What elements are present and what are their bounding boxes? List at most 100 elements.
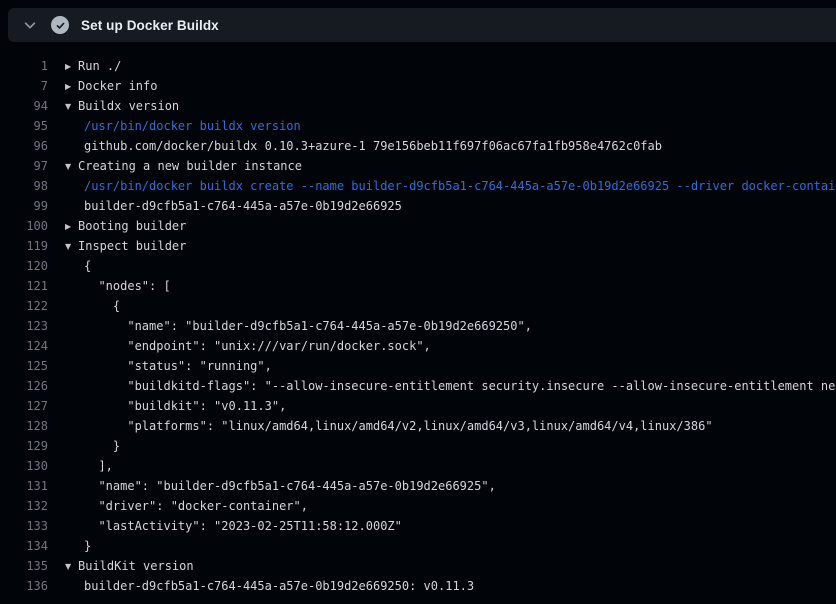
log-output-text: "name": "builder-d9cfb5a1-c764-445a-a57e… <box>84 316 532 336</box>
log-line: 123 "name": "builder-d9cfb5a1-c764-445a-… <box>0 316 836 336</box>
line-number[interactable]: 129 <box>0 436 48 456</box>
log-command-text: /usr/bin/docker buildx create --name bui… <box>84 176 836 196</box>
triangle-collapsed-icon: ▶ <box>65 57 78 76</box>
log-line: 99 builder-d9cfb5a1-c764-445a-a57e-0b19d2… <box>0 196 836 216</box>
line-number[interactable]: 120 <box>0 256 48 276</box>
log-line: 98/usr/bin/docker buildx create --name b… <box>0 176 836 196</box>
log-group-header[interactable]: ▼Buildx version <box>65 96 179 116</box>
log-output-text: { <box>84 256 91 276</box>
log-output-text: builder-d9cfb5a1-c764-445a-a57e-0b19d2e6… <box>84 196 402 216</box>
log-line: 120 { <box>0 256 836 276</box>
line-number[interactable]: 100 <box>0 216 48 236</box>
log-group-header[interactable]: ▶Run ./ <box>65 56 121 76</box>
log-line: 132 "driver": "docker-container", <box>0 496 836 516</box>
log-group-label: Run ./ <box>78 59 121 73</box>
log-line: 130 ], <box>0 456 836 476</box>
triangle-expanded-icon: ▼ <box>65 557 78 576</box>
log-group-label: Buildx version <box>78 99 179 113</box>
line-number[interactable]: 119 <box>0 236 48 256</box>
log-output-text: "name": "builder-d9cfb5a1-c764-445a-a57e… <box>84 476 496 496</box>
log-line: 119 ▼Inspect builder <box>0 236 836 256</box>
log-line: 126 "buildkitd-flags": "--allow-insecure… <box>0 376 836 396</box>
line-number[interactable]: 123 <box>0 316 48 336</box>
log-command-text: /usr/bin/docker buildx version <box>84 116 301 136</box>
log-line: 7 ▶Docker info <box>0 76 836 96</box>
check-circle-icon <box>51 16 69 34</box>
log-output-text: "buildkit": "v0.11.3", <box>84 396 286 416</box>
log-line: 121 "nodes": [ <box>0 276 836 296</box>
log-line: 129 } <box>0 436 836 456</box>
log-output-text: "status": "running", <box>84 356 272 376</box>
line-number[interactable]: 7 <box>0 76 48 96</box>
line-number[interactable]: 97 <box>0 156 48 176</box>
log-line: 124 "endpoint": "unix:///var/run/docker.… <box>0 336 836 356</box>
line-number[interactable]: 96 <box>0 136 48 156</box>
line-number[interactable]: 124 <box>0 336 48 356</box>
log-group-label: Creating a new builder instance <box>78 159 302 173</box>
step-header: Set up Docker Buildx <box>8 8 836 42</box>
line-number[interactable]: 127 <box>0 396 48 416</box>
log-output-text: ], <box>84 456 113 476</box>
log-line: 136 builder-d9cfb5a1-c764-445a-a57e-0b19d… <box>0 576 836 596</box>
log-output-text: "platforms": "linux/amd64,linux/amd64/v2… <box>84 416 713 436</box>
line-number[interactable]: 122 <box>0 296 48 316</box>
log-line: 131 "name": "builder-d9cfb5a1-c764-445a-… <box>0 476 836 496</box>
log-line: 125 "status": "running", <box>0 356 836 376</box>
log-group-label: Docker info <box>78 79 157 93</box>
triangle-expanded-icon: ▼ <box>65 97 78 116</box>
line-number[interactable]: 1 <box>0 56 48 76</box>
line-number[interactable]: 125 <box>0 356 48 376</box>
log-output-text: } <box>84 436 120 456</box>
log-group-label: Inspect builder <box>78 239 186 253</box>
line-number[interactable]: 131 <box>0 476 48 496</box>
triangle-expanded-icon: ▼ <box>65 157 78 176</box>
log-line: 100 ▶Booting builder <box>0 216 836 236</box>
log-line: 1 ▶Run ./ <box>0 56 836 76</box>
line-number[interactable]: 98 <box>0 176 48 196</box>
log-output-text: builder-d9cfb5a1-c764-445a-a57e-0b19d2e6… <box>84 576 474 596</box>
line-number[interactable]: 94 <box>0 96 48 116</box>
log-group-header[interactable]: ▼Creating a new builder instance <box>65 156 302 176</box>
triangle-collapsed-icon: ▶ <box>65 217 78 236</box>
log-output-text: { <box>84 296 120 316</box>
line-number[interactable]: 130 <box>0 456 48 476</box>
line-number[interactable]: 121 <box>0 276 48 296</box>
log-line: 95/usr/bin/docker buildx version <box>0 116 836 136</box>
log-group-label: BuildKit version <box>78 559 194 573</box>
log-line: 134} <box>0 536 836 556</box>
log-viewer: 1▶Run ./7▶Docker info94▼Buildx version95… <box>0 56 836 596</box>
step-title: Set up Docker Buildx <box>81 18 219 33</box>
log-line: 94 ▼Buildx version <box>0 96 836 116</box>
line-number[interactable]: 99 <box>0 196 48 216</box>
log-group-header[interactable]: ▶Booting builder <box>65 216 186 236</box>
triangle-expanded-icon: ▼ <box>65 237 78 256</box>
log-line: 122 { <box>0 296 836 316</box>
line-number[interactable]: 133 <box>0 516 48 536</box>
line-number[interactable]: 126 <box>0 376 48 396</box>
log-line: 135 ▼BuildKit version <box>0 556 836 576</box>
line-number[interactable]: 95 <box>0 116 48 136</box>
log-output-text: "buildkitd-flags": "--allow-insecure-ent… <box>84 376 836 396</box>
log-output-text: "nodes": [ <box>84 276 171 296</box>
log-group-header[interactable]: ▼BuildKit version <box>65 556 194 576</box>
chevron-down-icon[interactable] <box>20 15 40 35</box>
log-output-text: github.com/docker/buildx 0.10.3+azure-1 … <box>84 136 662 156</box>
log-output-text: "lastActivity": "2023-02-25T11:58:12.000… <box>84 516 402 536</box>
log-group-header[interactable]: ▼Inspect builder <box>65 236 186 256</box>
log-group-header[interactable]: ▶Docker info <box>65 76 157 96</box>
log-group-label: Booting builder <box>78 219 186 233</box>
log-output-text: } <box>84 536 91 556</box>
line-number[interactable]: 128 <box>0 416 48 436</box>
triangle-collapsed-icon: ▶ <box>65 77 78 96</box>
log-line: 128 "platforms": "linux/amd64,linux/amd6… <box>0 416 836 436</box>
line-number[interactable]: 132 <box>0 496 48 516</box>
log-output-text: "driver": "docker-container", <box>84 496 308 516</box>
line-number[interactable]: 134 <box>0 536 48 556</box>
line-number[interactable]: 135 <box>0 556 48 576</box>
log-line: 133 "lastActivity": "2023-02-25T11:58:12… <box>0 516 836 536</box>
log-line: 96 github.com/docker/buildx 0.10.3+azure-… <box>0 136 836 156</box>
log-output-text: "endpoint": "unix:///var/run/docker.sock… <box>84 336 431 356</box>
log-line: 127 "buildkit": "v0.11.3", <box>0 396 836 416</box>
log-line: 97 ▼Creating a new builder instance <box>0 156 836 176</box>
line-number[interactable]: 136 <box>0 576 48 596</box>
